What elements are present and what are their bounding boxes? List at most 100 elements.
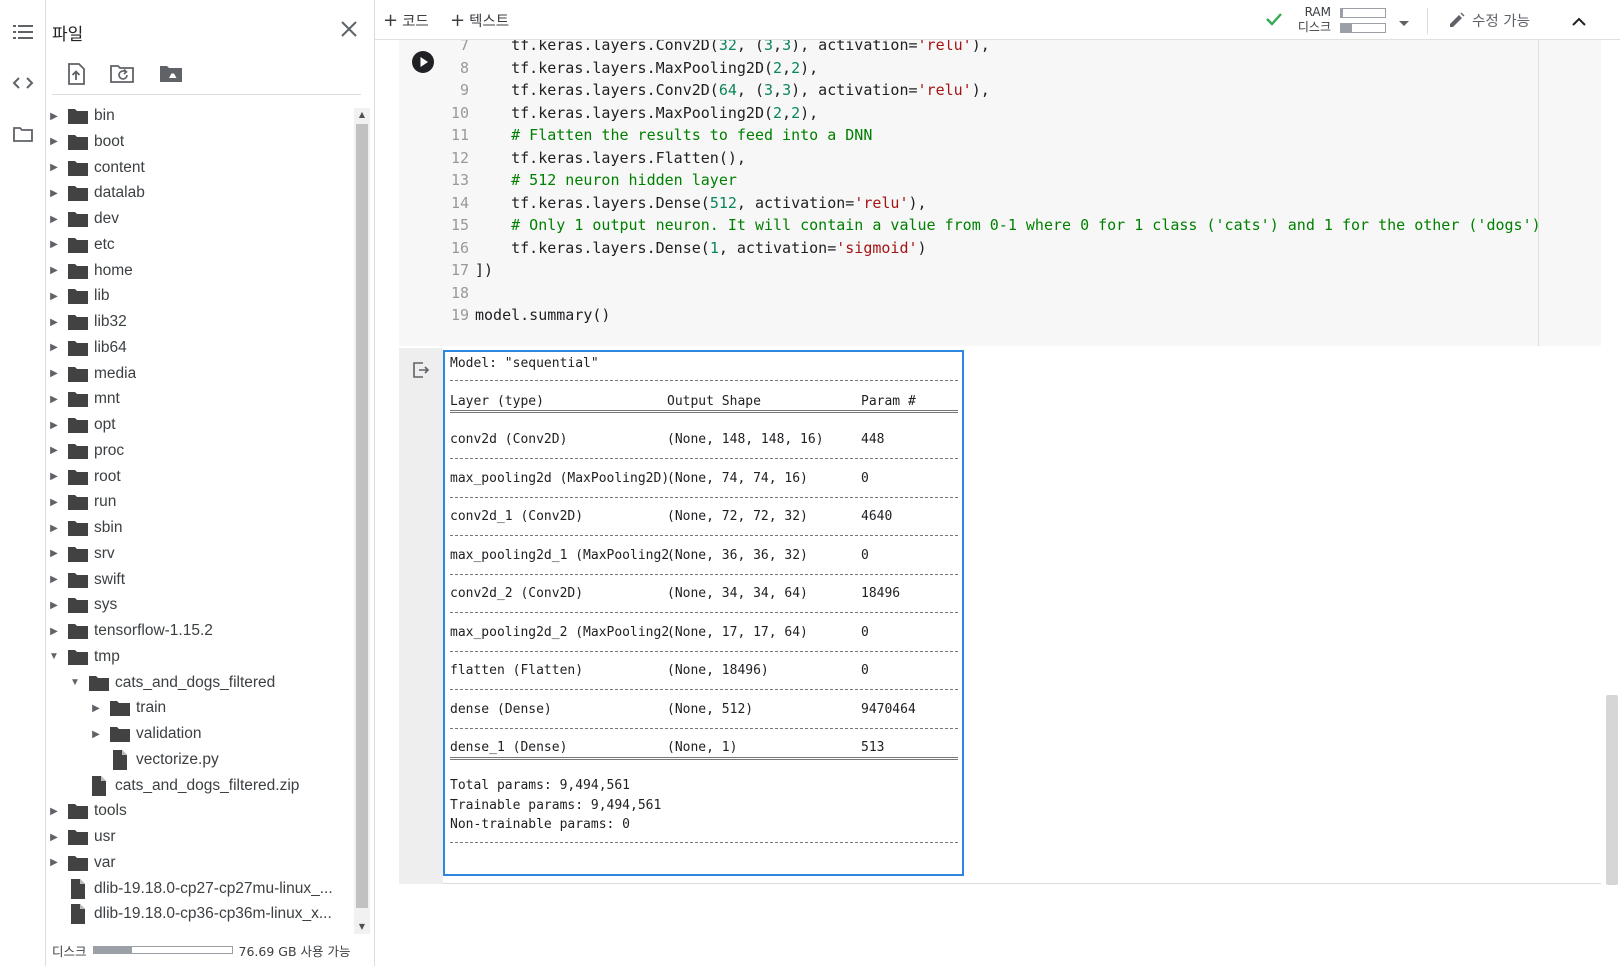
caret-right-icon[interactable]: ▶ — [48, 368, 60, 379]
tree-file-item[interactable]: vectorize.py — [46, 747, 354, 773]
edit-mode-button[interactable]: 수정 가능 — [1448, 9, 1530, 31]
caret-right-icon[interactable]: ▶ — [48, 136, 60, 147]
code-line[interactable]: 8 tf.keras.layers.MaxPooling2D(2,2), — [439, 57, 1579, 80]
tree-folder-item[interactable]: ▶ lib — [46, 283, 354, 309]
caret-right-icon[interactable]: ▶ — [48, 317, 60, 328]
caret-right-icon[interactable]: ▶ — [48, 600, 60, 611]
tree-folder-item[interactable]: ▶ swift — [46, 567, 354, 593]
chevron-down-icon[interactable] — [1398, 13, 1410, 32]
run-cell-icon[interactable] — [411, 50, 435, 74]
caret-right-icon[interactable]: ▶ — [48, 471, 60, 482]
notebook-scroll-thumb[interactable] — [1606, 695, 1618, 885]
caret-right-icon[interactable]: ▶ — [48, 239, 60, 250]
tree-file-item[interactable]: dlib-19.18.0-cp36-cp36m-linux_x... — [46, 901, 354, 927]
folder-icon — [89, 674, 109, 692]
caret-right-icon[interactable]: ▶ — [90, 729, 102, 740]
tree-folder-item[interactable]: ▶ tensorflow-1.15.2 — [46, 618, 354, 644]
caret-right-icon[interactable]: ▶ — [48, 291, 60, 302]
add-code-button[interactable]: + 코드 — [383, 8, 429, 32]
code-token: 2 — [791, 103, 801, 122]
code-line[interactable]: 18 — [439, 282, 1579, 305]
tree-folder-item[interactable]: ▶ srv — [46, 541, 354, 567]
tree-folder-item[interactable]: ▶ bin — [46, 103, 354, 129]
caret-right-icon[interactable]: ▶ — [48, 111, 60, 122]
caret-right-icon[interactable]: ▶ — [48, 214, 60, 225]
tree-file-item[interactable]: cats_and_dogs_filtered.zip — [46, 773, 354, 799]
tree-folder-item[interactable]: ▶ boot — [46, 129, 354, 155]
output-redirect-icon[interactable] — [411, 360, 431, 380]
tree-folder-item[interactable]: ▶ proc — [46, 438, 354, 464]
file-tree-scrollbar[interactable]: ▲ ▼ — [354, 108, 370, 934]
code-line[interactable]: 7 tf.keras.layers.Conv2D(32, (3,3), acti… — [439, 40, 1579, 57]
caret-right-icon[interactable]: ▶ — [48, 523, 60, 534]
code-line[interactable]: 14 tf.keras.layers.Dense(512, activation… — [439, 192, 1579, 215]
scroll-down-arrow-icon[interactable]: ▼ — [354, 920, 370, 934]
code-line[interactable]: 12 tf.keras.layers.Flatten(), — [439, 147, 1579, 170]
caret-right-icon[interactable]: ▶ — [48, 548, 60, 559]
caret-right-icon[interactable]: ▶ — [48, 394, 60, 405]
caret-right-icon[interactable]: ▶ — [48, 626, 60, 637]
non-trainable-params: Non-trainable params: 0 — [450, 817, 631, 832]
resource-labels[interactable]: RAM 디스크 — [1291, 5, 1331, 35]
caret-right-icon[interactable]: ▶ — [48, 574, 60, 585]
caret-right-icon[interactable]: ▶ — [48, 162, 60, 173]
caret-right-icon[interactable]: ▶ — [48, 342, 60, 353]
code-line[interactable]: 10 tf.keras.layers.MaxPooling2D(2,2), — [439, 102, 1579, 125]
tree-folder-item[interactable]: ▶ root — [46, 464, 354, 490]
tree-folder-item[interactable]: ▶ train — [46, 695, 354, 721]
tree-folder-item[interactable]: ▼ tmp — [46, 644, 354, 670]
notebook-scrollbar[interactable] — [1603, 40, 1620, 966]
code-line[interactable]: 16 tf.keras.layers.Dense(1, activation='… — [439, 237, 1579, 260]
tree-folder-item[interactable]: ▶ opt — [46, 412, 354, 438]
refresh-folder-icon[interactable] — [109, 60, 137, 88]
table-of-contents-icon[interactable] — [10, 19, 36, 45]
scroll-up-arrow-icon[interactable]: ▲ — [354, 108, 370, 122]
tree-folder-item[interactable]: ▶ mnt — [46, 386, 354, 412]
code-snippets-icon[interactable] — [10, 70, 36, 96]
tree-folder-item[interactable]: ▶ sys — [46, 592, 354, 618]
caret-right-icon[interactable]: ▶ — [48, 497, 60, 508]
tree-folder-item[interactable]: ▶ lib32 — [46, 309, 354, 335]
tree-folder-item[interactable]: ▶ datalab — [46, 180, 354, 206]
tree-folder-item[interactable]: ▼ cats_and_dogs_filtered — [46, 670, 354, 696]
close-icon[interactable] — [336, 16, 362, 42]
tree-folder-item[interactable]: ▶ home — [46, 258, 354, 284]
code-editor[interactable]: 7 tf.keras.layers.Conv2D(32, (3,3), acti… — [439, 40, 1579, 346]
tree-folder-item[interactable]: ▶ lib64 — [46, 335, 354, 361]
caret-right-icon[interactable]: ▶ — [48, 265, 60, 276]
mount-drive-icon[interactable] — [158, 60, 186, 88]
tree-folder-item[interactable]: ▶ content — [46, 155, 354, 181]
tree-folder-item[interactable]: ▶ run — [46, 489, 354, 515]
files-folder-icon[interactable] — [10, 121, 36, 147]
tree-folder-item[interactable]: ▶ tools — [46, 798, 354, 824]
chevron-up-icon[interactable] — [1567, 10, 1591, 32]
tree-folder-item[interactable]: ▶ etc — [46, 232, 354, 258]
caret-down-icon[interactable]: ▼ — [48, 651, 60, 662]
code-line[interactable]: 19 model.summary() — [439, 304, 1579, 327]
tree-folder-item[interactable]: ▶ media — [46, 361, 354, 387]
caret-down-icon[interactable]: ▼ — [69, 677, 81, 688]
tree-item-label: lib32 — [94, 313, 127, 330]
caret-right-icon[interactable]: ▶ — [48, 188, 60, 199]
caret-right-icon[interactable]: ▶ — [48, 420, 60, 431]
code-cell[interactable]: 7 tf.keras.layers.Conv2D(32, (3,3), acti… — [399, 40, 1601, 346]
code-line[interactable]: 13 # 512 neuron hidden layer — [439, 169, 1579, 192]
tree-folder-item[interactable]: ▶ sbin — [46, 515, 354, 541]
code-line[interactable]: 17]) — [439, 259, 1579, 282]
caret-right-icon[interactable]: ▶ — [48, 832, 60, 843]
tree-folder-item[interactable]: ▶ var — [46, 850, 354, 876]
caret-right-icon[interactable]: ▶ — [90, 703, 102, 714]
caret-right-icon[interactable]: ▶ — [48, 806, 60, 817]
tree-folder-item[interactable]: ▶ usr — [46, 824, 354, 850]
code-line[interactable]: 15 # Only 1 output neuron. It will conta… — [439, 214, 1579, 237]
code-line[interactable]: 9 tf.keras.layers.Conv2D(64, (3,3), acti… — [439, 79, 1579, 102]
tree-file-item[interactable]: dlib-19.18.0-cp27-cp27mu-linux_... — [46, 876, 354, 902]
caret-right-icon[interactable]: ▶ — [48, 445, 60, 456]
caret-right-icon[interactable]: ▶ — [48, 857, 60, 868]
file-tree-scroll-thumb[interactable] — [356, 124, 368, 908]
tree-folder-item[interactable]: ▶ dev — [46, 206, 354, 232]
add-text-button[interactable]: + 텍스트 — [450, 8, 509, 32]
code-line[interactable]: 11 # Flatten the results to feed into a … — [439, 124, 1579, 147]
tree-folder-item[interactable]: ▶ validation — [46, 721, 354, 747]
upload-file-icon[interactable] — [62, 60, 90, 88]
